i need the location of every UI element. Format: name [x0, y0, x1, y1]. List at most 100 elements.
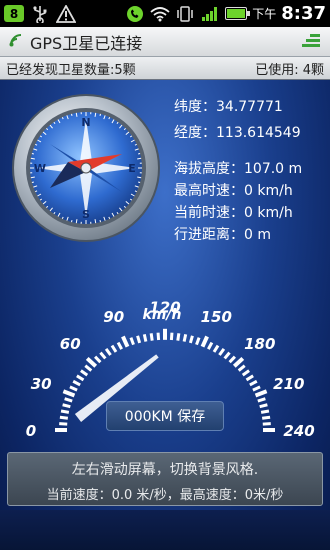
speed-minor-tick [169, 332, 174, 341]
compass-tick [94, 219, 97, 224]
speed-minor-tick [249, 379, 258, 387]
speed-minor-tick [72, 379, 81, 387]
speed-minor-tick [259, 403, 268, 409]
speed-unit-label: km/h [143, 307, 182, 323]
compass-tick [71, 113, 73, 116]
speed-minor-tick [260, 409, 270, 414]
speed-major-tick [200, 335, 209, 348]
satellites-used-label: 已使用: 4颗 [255, 62, 324, 78]
compass-tick [75, 219, 78, 224]
speed-minor-tick [80, 369, 89, 377]
compass-n: N [81, 116, 90, 129]
bottom-info-panel: 左右滑动屏幕，切换背景风格. 当前速度：0.0 米/秒，最高速度：0米/秒 [7, 452, 323, 506]
status-time: 8:37 [281, 3, 326, 24]
speed-minor-tick [195, 337, 201, 346]
speed-minor-tick [94, 355, 102, 364]
status-bar: 8 下午 8:37 [0, 0, 330, 27]
speed-minor-tick [129, 337, 135, 346]
swipe-hint-text: 左右滑动屏幕，切换背景风格. [71, 462, 259, 478]
compass-tick [138, 153, 141, 155]
satellite-bars-icon [300, 32, 322, 52]
compass-tick [30, 157, 35, 160]
speed-minor-tick [228, 355, 236, 364]
speed-minor-tick [69, 385, 78, 392]
gps-readouts: 纬度：34.77771 经度：113.614549 海拔高度：107.0 m 最… [174, 96, 330, 246]
longitude-readout: 经度：113.614549 [174, 125, 301, 141]
altitude-readout: 海拔高度：107.0 m [174, 161, 303, 177]
speed-minor-tick [136, 335, 142, 344]
title-bar: GPS卫星已连接 [0, 27, 330, 57]
max-speed-readout: 最高时速：0 km/h [174, 183, 293, 199]
compass-tick [30, 176, 35, 179]
compass-tick [138, 181, 141, 183]
speed-minor-tick [237, 364, 246, 372]
speed-minor-tick [241, 369, 250, 377]
compass-tick [94, 112, 97, 117]
speed-minor-tick [212, 344, 220, 353]
status-ampm: 下午 [252, 7, 277, 21]
page-title: GPS卫星已连接 [30, 33, 143, 53]
speed-minor-tick [257, 397, 266, 403]
speed-tick-label: 240 [283, 422, 314, 440]
speed-tick-label: 150 [201, 308, 232, 326]
speed-tick-label: 60 [60, 335, 81, 353]
wifi-icon [150, 5, 170, 23]
speed-minor-tick [188, 335, 194, 344]
speed-tick-label: 210 [273, 375, 304, 393]
speed-tick-label: 90 [103, 308, 124, 326]
speed-minor-tick [59, 415, 69, 420]
compass-tick [137, 176, 142, 179]
compass-tick [99, 113, 101, 116]
speed-major-tick [121, 335, 130, 348]
save-distance-button[interactable]: 000KM 保存 [106, 401, 224, 431]
compass-s: S [82, 208, 90, 221]
speed-minor-tick [182, 334, 188, 342]
notification-count-badge: 8 [4, 5, 24, 22]
speed-minor-tick [60, 409, 70, 414]
phone-sync-icon [125, 5, 145, 23]
speed-tick-label: 30 [31, 375, 52, 393]
latitude-readout: 纬度：34.77771 [174, 99, 283, 115]
compass-tick [31, 153, 34, 155]
speed-minor-tick [218, 348, 226, 356]
bottom-strip [0, 510, 330, 550]
signal-icon [200, 5, 220, 23]
speed-minor-tick [207, 341, 214, 350]
compass-tick [137, 157, 142, 160]
compass-tick [31, 181, 34, 183]
compass: N S W E [10, 92, 162, 244]
speed-minor-tick [110, 344, 118, 353]
speed-minor-tick [99, 351, 107, 360]
speed-major-tick [85, 356, 98, 368]
speed-minor-tick [104, 348, 112, 356]
satellite-info-bar: 已经发现卫星数量:5颗 已使用: 4颗 [0, 57, 330, 80]
speed-minor-tick [223, 351, 231, 360]
speed-minor-tick [142, 334, 148, 342]
speed-major-tick [254, 389, 268, 398]
gps-signal-icon [8, 32, 24, 52]
speed-minor-tick [245, 374, 254, 382]
speed-minor-tick [76, 374, 85, 382]
speed-minor-tick [261, 415, 271, 420]
vibrate-icon [175, 5, 195, 23]
speed-major-tick [232, 356, 245, 368]
battery-icon [225, 7, 251, 20]
speed-minor-tick [149, 333, 154, 341]
compass-tick [99, 220, 101, 223]
speed-minor-tick [64, 397, 73, 403]
satellites-found-label: 已经发现卫星数量:5颗 [6, 62, 136, 78]
warning-icon [56, 4, 76, 23]
speed-minor-tick [116, 341, 123, 350]
speed-minor-tick [62, 403, 71, 409]
speed-major-tick [62, 389, 76, 398]
speed-minor-tick [156, 332, 161, 341]
compass-tick [75, 112, 78, 117]
speed-summary-text: 当前速度：0.0 米/秒，最高速度：0米/秒 [46, 488, 284, 503]
usb-icon [30, 5, 50, 23]
compass-tick [71, 220, 73, 223]
speed-tick-label: 180 [244, 335, 275, 353]
speed-minor-tick [252, 385, 261, 392]
current-speed-readout: 当前时速：0 km/h [174, 205, 293, 221]
compass-e: E [128, 162, 136, 175]
speed-minor-tick [176, 333, 181, 341]
